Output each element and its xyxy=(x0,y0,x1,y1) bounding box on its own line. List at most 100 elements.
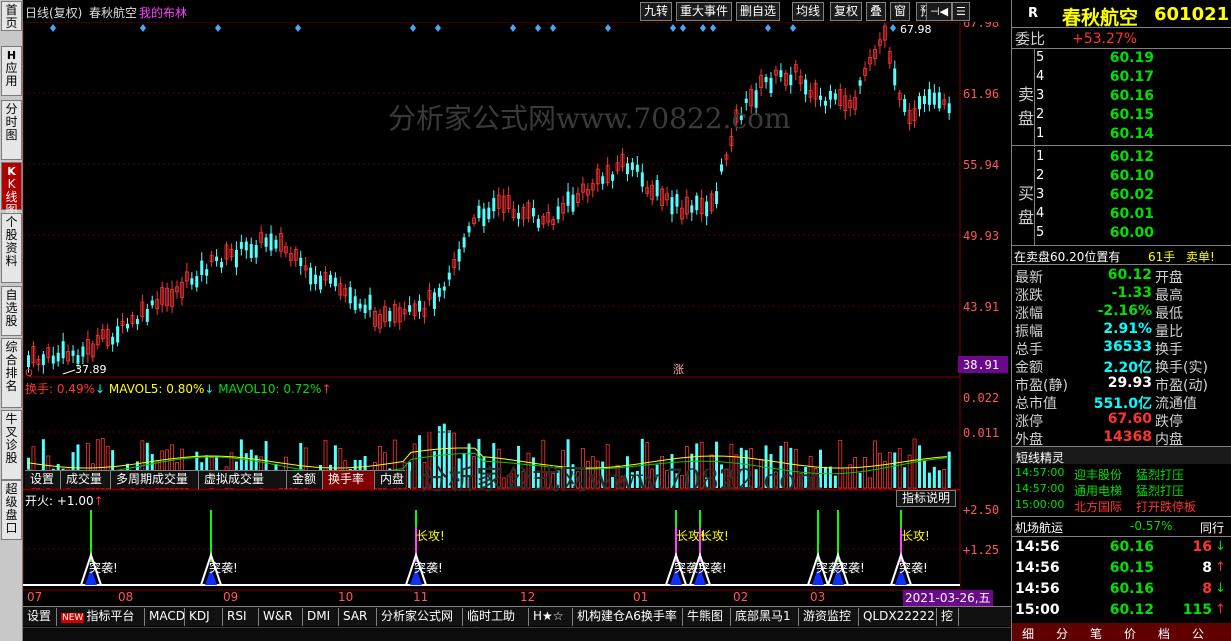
nav-item-6[interactable]: 综合排名 xyxy=(1,338,22,408)
event-marker-icon[interactable] xyxy=(140,24,146,32)
indicator-tab-11[interactable]: 机构建仓A6换手率 xyxy=(573,608,683,626)
indicator-tab-12[interactable]: 牛熊图 xyxy=(683,608,731,626)
sell-price[interactable]: 60.19 xyxy=(1098,50,1154,66)
indicator-tab-13[interactable]: 底部黑马1 xyxy=(731,608,799,626)
detail-tab-3[interactable]: 价 xyxy=(1124,625,1136,641)
nav-item-1[interactable]: H 应用 xyxy=(1,46,22,96)
event-marker-icon[interactable] xyxy=(410,24,416,32)
event-marker-icon[interactable] xyxy=(605,24,611,32)
volume-tab-0[interactable]: 设置 xyxy=(25,471,61,489)
volume-tab-4[interactable]: 金额 xyxy=(287,471,323,489)
buy-price[interactable]: 60.01 xyxy=(1098,206,1154,222)
buy-price[interactable]: 60.00 xyxy=(1098,225,1154,241)
event-marker-icon[interactable] xyxy=(700,24,706,32)
detail-tab-4[interactable]: 档 xyxy=(1158,625,1170,641)
sector-peers[interactable]: 同行 xyxy=(1200,519,1224,536)
tick-volume: 8 xyxy=(1202,581,1212,597)
indicator-tab-7[interactable]: SAR xyxy=(339,608,377,626)
sell-price[interactable]: 60.15 xyxy=(1098,107,1154,123)
detail-tab-5[interactable]: 公 xyxy=(1192,625,1204,641)
sell-price[interactable]: 60.16 xyxy=(1098,88,1154,104)
nav-item-3[interactable]: K K线图 xyxy=(1,162,22,217)
event-marker-icon[interactable] xyxy=(710,24,716,32)
indicator-tab-16[interactable]: 挖 xyxy=(937,608,959,626)
event-marker-icon[interactable] xyxy=(215,24,221,32)
sell-price[interactable]: 60.17 xyxy=(1098,69,1154,85)
volume-tab-1[interactable]: 成交量 xyxy=(61,471,111,489)
nav-item-7[interactable]: 牛叉诊股 xyxy=(1,410,22,480)
quote-label-right: 量比 xyxy=(1155,324,1183,340)
nav-item-8[interactable]: 超级盘口 xyxy=(1,480,22,540)
candle xyxy=(116,326,120,343)
event-marker-icon[interactable] xyxy=(670,24,676,32)
indicator-tab-6[interactable]: DMI xyxy=(303,608,339,626)
candle xyxy=(239,241,243,249)
indicator-tab-10[interactable]: H★☆ xyxy=(529,608,573,626)
event-marker-icon[interactable] xyxy=(550,24,556,32)
volume-tab-5[interactable]: 换手率 xyxy=(323,471,375,489)
event-marker-icon[interactable] xyxy=(680,24,686,32)
volume-tab-6[interactable]: 内盘 xyxy=(375,471,411,489)
indicator-group-label[interactable]: 我的布林 xyxy=(139,4,187,21)
event-marker-icon[interactable] xyxy=(890,24,896,32)
menu-icon[interactable]: ☰ xyxy=(952,2,970,21)
attack-label: 突袭! xyxy=(899,560,928,575)
event-marker-icon[interactable] xyxy=(535,24,541,32)
detail-tab-1[interactable]: 分 xyxy=(1056,625,1068,641)
toolbar-button-2[interactable]: 删自选 xyxy=(736,2,781,21)
indicator-tab-9[interactable]: 临时工助手 xyxy=(463,608,529,640)
toolbar-button-3[interactable]: 均线 xyxy=(792,2,825,21)
volume-tab-3[interactable]: 虚拟成交量 xyxy=(199,471,287,489)
sector-name: 机场航运 xyxy=(1015,521,1064,535)
nav-item-4[interactable]: 个股资料 xyxy=(1,213,22,283)
indicator-tabs: 设置 NEW指标平台 MACD KDJ RSI W&R DMI SAR 分析家公式网临时工助手 H… xyxy=(23,606,1011,640)
indicator-tab-3[interactable]: KDJ xyxy=(185,608,223,626)
indicator-help-button[interactable]: 指标说明 xyxy=(896,490,957,507)
event-marker-icon[interactable] xyxy=(295,24,301,32)
indicator-tab-4[interactable]: RSI xyxy=(223,608,259,626)
indicator-tab-15[interactable]: QLDX22222 xyxy=(859,608,937,626)
nav-item-5[interactable]: 自选股 xyxy=(1,286,22,336)
event-marker-icon[interactable] xyxy=(790,24,796,32)
indicator-tab-2[interactable]: MACD xyxy=(145,608,185,626)
period-label[interactable]: 日线(复权) xyxy=(25,4,82,21)
indicator-tab-1[interactable]: NEW 指标平台 xyxy=(57,608,145,626)
buy-price[interactable]: 60.02 xyxy=(1098,187,1154,203)
toolbar-button-6[interactable]: 窗 xyxy=(890,2,911,21)
volume-tab-2[interactable]: 多周期成交量 xyxy=(111,471,199,489)
indicator-tab-5[interactable]: W&R xyxy=(259,608,303,626)
nav-item-2[interactable]: 分时图 xyxy=(1,100,22,160)
sprite-stock[interactable]: 北方国际 xyxy=(1074,498,1122,515)
event-marker-icon[interactable] xyxy=(435,24,441,32)
price-axis-label: 55.94 xyxy=(963,158,999,172)
indicator-tab-0[interactable]: 设置 xyxy=(23,608,57,626)
buy-price[interactable]: 60.12 xyxy=(1098,149,1154,165)
tick-volume: 8 xyxy=(1202,560,1212,576)
buy-price[interactable]: 60.10 xyxy=(1098,168,1154,184)
volume-bar xyxy=(843,467,848,489)
detail-tab-2[interactable]: 笔 xyxy=(1090,625,1102,641)
month-label: 11 xyxy=(413,590,429,604)
toolbar-button-4[interactable]: 复权 xyxy=(830,2,863,21)
event-marker-icon[interactable] xyxy=(50,24,56,32)
sprite-title-bar[interactable]: 短线精灵 xyxy=(1012,446,1231,465)
detail-tab-0[interactable]: 细 xyxy=(1022,625,1034,641)
sprite-stock[interactable]: 通用电梯 xyxy=(1074,482,1122,499)
event-marker-icon[interactable] xyxy=(510,24,516,32)
candle xyxy=(358,303,362,309)
candle xyxy=(625,163,629,175)
candle xyxy=(670,197,674,215)
indicator-tab-8[interactable]: 分析家公式网 xyxy=(377,608,463,626)
sell-price[interactable]: 60.14 xyxy=(1098,126,1154,142)
event-marker-icon[interactable] xyxy=(765,24,771,32)
toolbar-button-0[interactable]: 九转 xyxy=(640,2,673,21)
indicator-tab-14[interactable]: 游资监控 xyxy=(799,608,859,626)
pin-icon[interactable]: ⊣◀ xyxy=(926,2,953,21)
quote-label: 涨跌 xyxy=(1015,288,1043,304)
toolbar-button-5[interactable]: 叠 xyxy=(866,2,887,21)
toolbar-button-1[interactable]: 重大事件 xyxy=(676,2,733,21)
nav-item-0[interactable]: 首页 xyxy=(1,1,22,31)
candle xyxy=(764,76,768,83)
sprite-stock[interactable]: 迎丰股份 xyxy=(1074,466,1122,483)
candle xyxy=(418,300,422,312)
